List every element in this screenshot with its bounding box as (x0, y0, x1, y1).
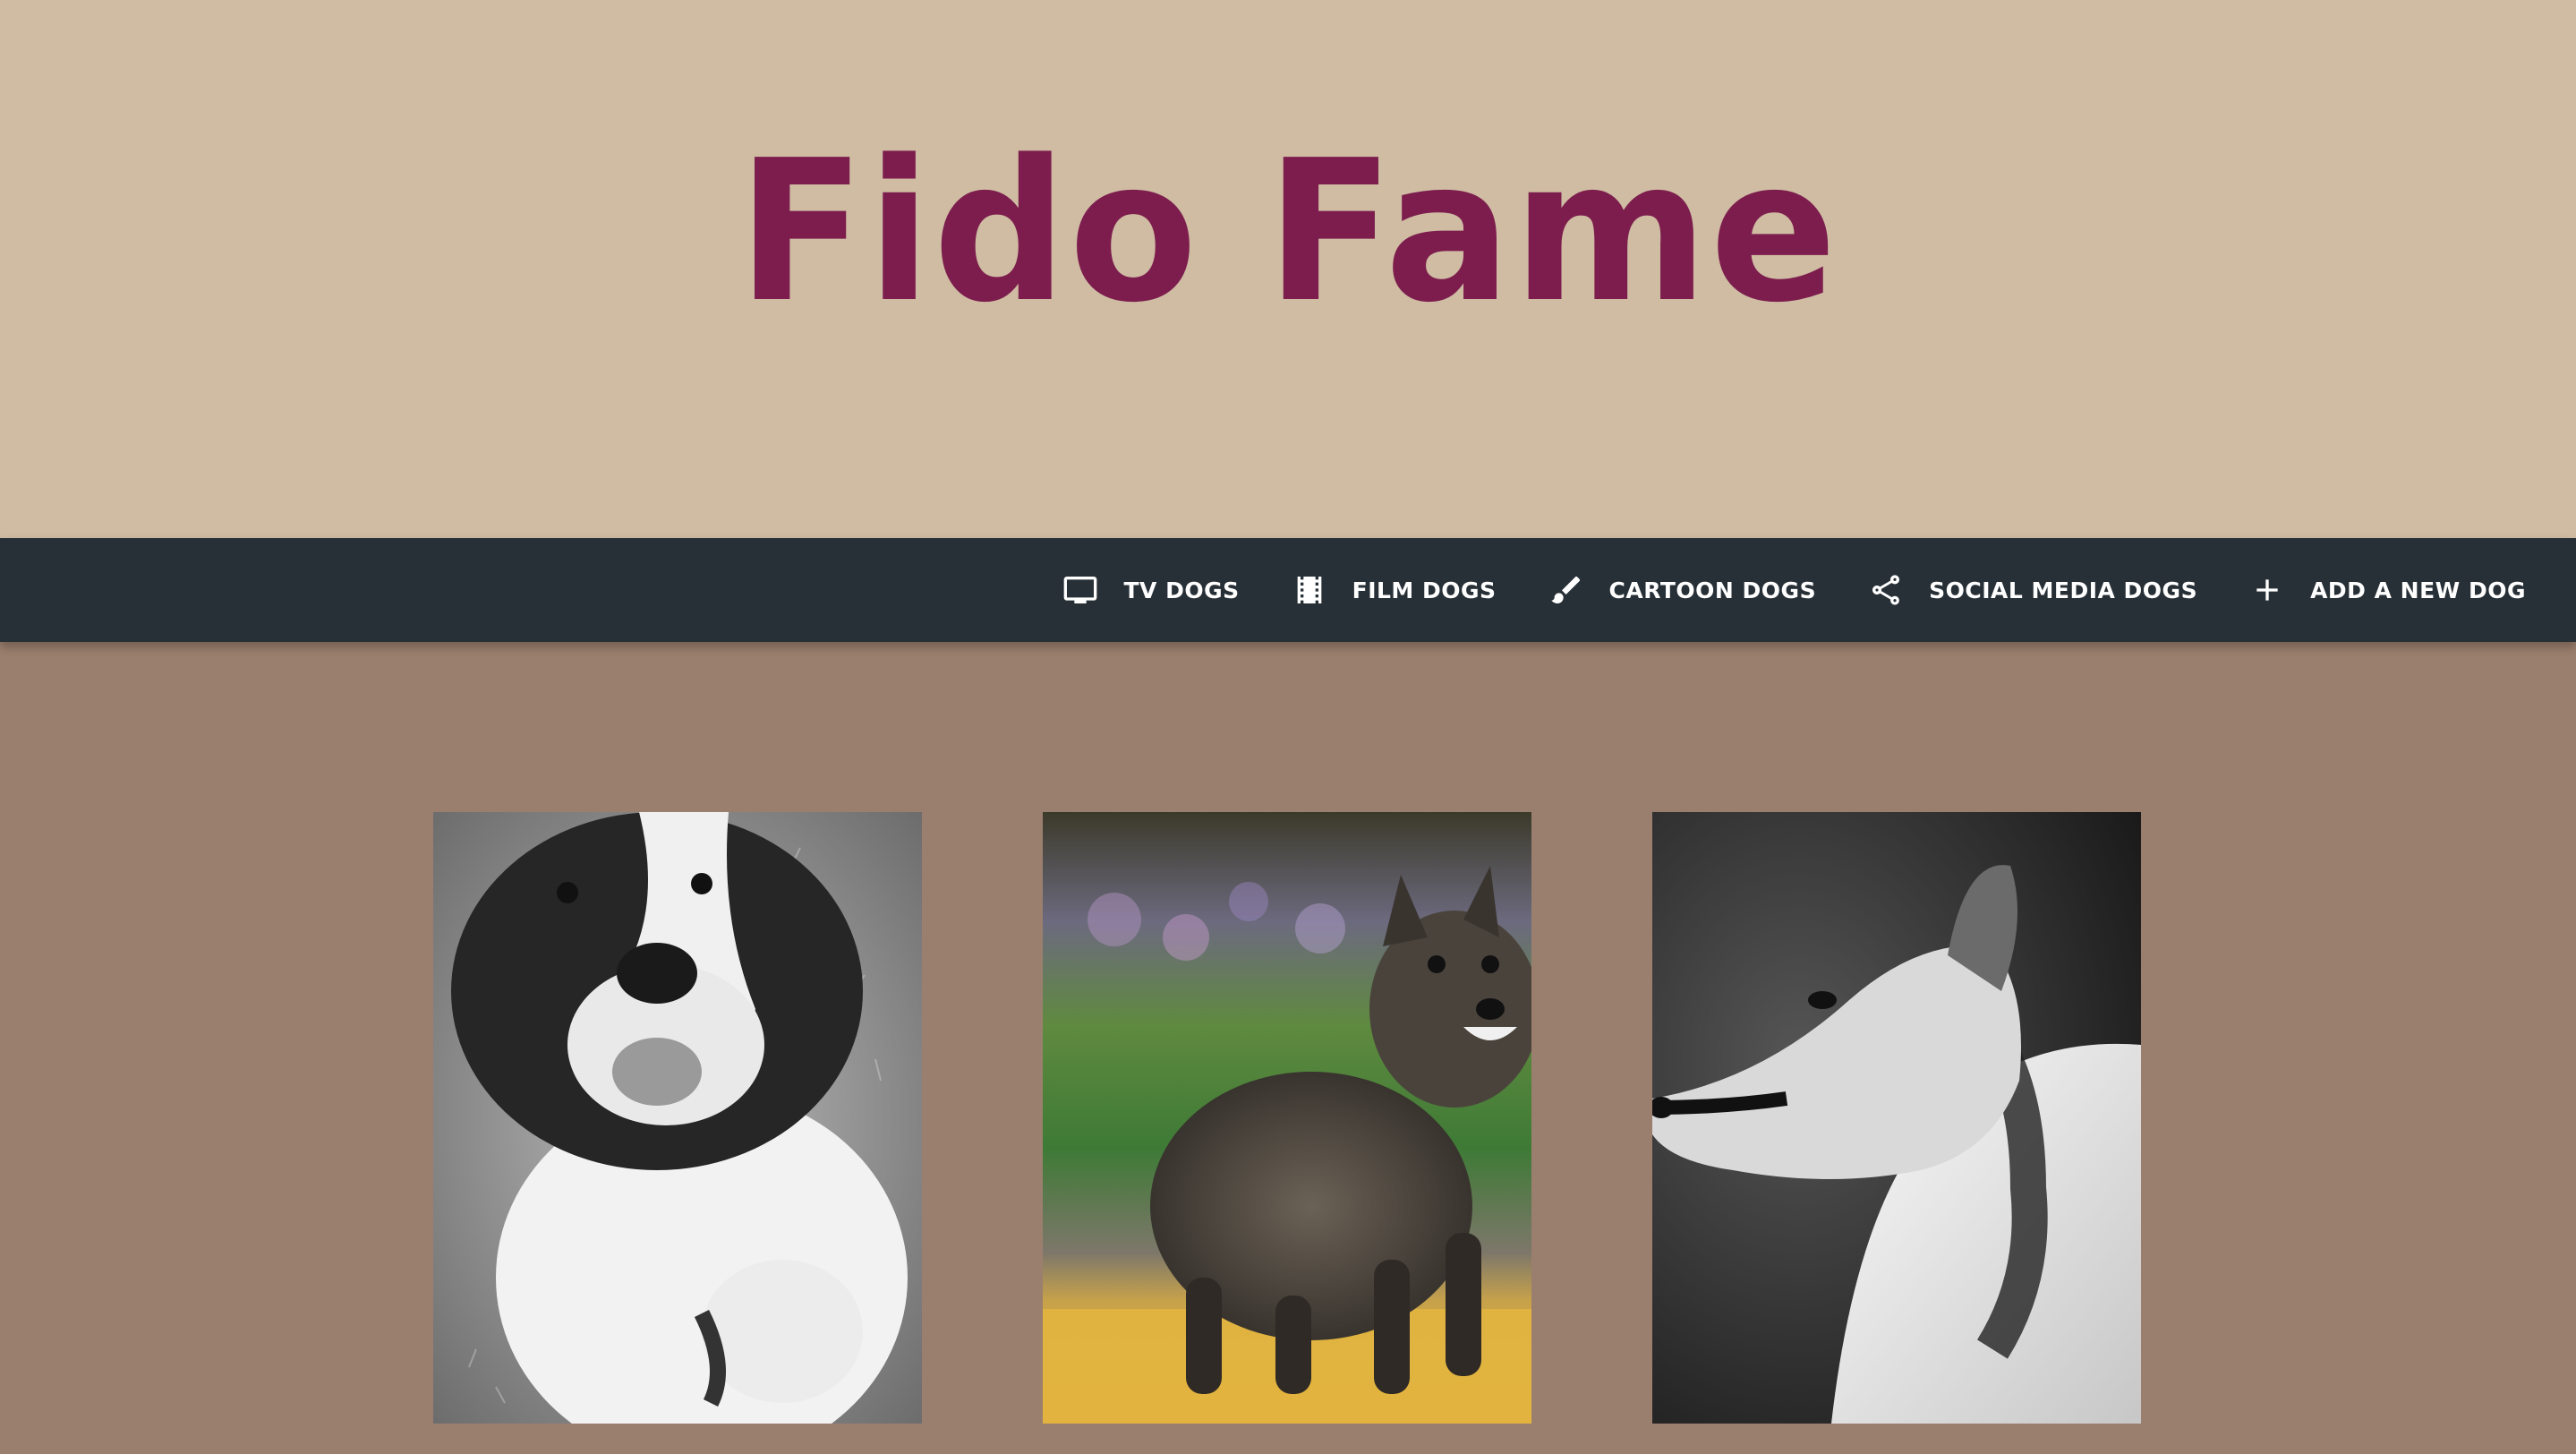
plus-icon (2248, 570, 2287, 610)
nav-label-add-new-dog: ADD A NEW DOG (2310, 577, 2526, 603)
saint-bernard-image (433, 812, 922, 1424)
nav-item-cartoon-dogs[interactable]: CARTOON DOGS (1522, 538, 1842, 642)
dog-gallery (0, 642, 2576, 1454)
brush-icon (1547, 570, 1586, 610)
nav-item-add-new-dog[interactable]: ADD A NEW DOG (2222, 538, 2551, 642)
main-navbar: TV DOGS FILM DOGS CARTOON DOGS SOCIAL ME… (0, 538, 2576, 642)
nav-list: TV DOGS FILM DOGS CARTOON DOGS SOCIAL ME… (1036, 538, 2551, 642)
dog-photo-saint-bernard[interactable] (433, 812, 922, 1424)
nav-label-tv-dogs: TV DOGS (1123, 577, 1240, 603)
film-icon (1290, 570, 1329, 610)
dog-photo-rough-collie[interactable] (1652, 812, 2141, 1424)
cairn-terrier-image (1043, 812, 1531, 1424)
share-icon (1866, 570, 1906, 610)
nav-item-social-media-dogs[interactable]: SOCIAL MEDIA DOGS (1841, 538, 2222, 642)
nav-label-film-dogs: FILM DOGS (1352, 577, 1497, 603)
rough-collie-image (1652, 812, 2141, 1424)
nav-label-cartoon-dogs: CARTOON DOGS (1608, 577, 1817, 603)
site-header: Fido Fame (0, 0, 2576, 538)
nav-item-film-dogs[interactable]: FILM DOGS (1265, 538, 1522, 642)
tv-icon (1061, 570, 1100, 610)
site-title: Fido Fame (737, 119, 1839, 346)
nav-label-social-media-dogs: SOCIAL MEDIA DOGS (1929, 577, 2198, 603)
nav-item-tv-dogs[interactable]: TV DOGS (1036, 538, 1264, 642)
dog-photo-cairn-terrier[interactable] (1043, 812, 1531, 1424)
